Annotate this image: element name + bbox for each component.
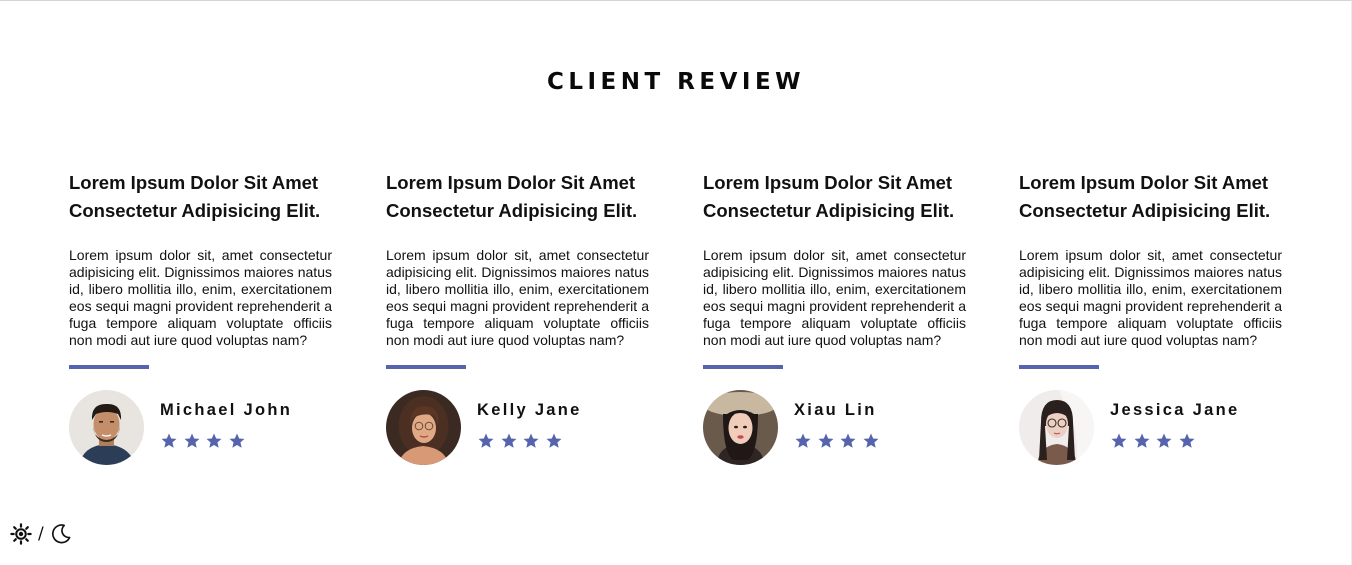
theme-toggle: / xyxy=(10,523,72,545)
star-icon xyxy=(477,432,495,450)
star-rating xyxy=(794,432,880,450)
review-author: Xiau Lin xyxy=(703,390,966,465)
review-heading: Lorem Ipsum Dolor Sit Amet Consectetur A… xyxy=(1019,169,1282,225)
avatar xyxy=(703,390,778,465)
review-heading: Lorem Ipsum Dolor Sit Amet Consectetur A… xyxy=(69,169,332,225)
star-icon xyxy=(794,432,812,450)
review-heading: Lorem Ipsum Dolor Sit Amet Consectetur A… xyxy=(703,169,966,225)
star-icon xyxy=(160,432,178,450)
accent-divider xyxy=(1019,365,1099,369)
star-rating xyxy=(160,432,246,450)
accent-divider xyxy=(386,365,466,369)
woman-portrait-photo xyxy=(386,390,461,465)
client-review-page: CLIENT REVIEW Lorem Ipsum Dolor Sit Amet… xyxy=(0,0,1352,565)
review-heading: Lorem Ipsum Dolor Sit Amet Consectetur A… xyxy=(386,169,649,225)
author-name: Kelly Jane xyxy=(477,401,582,419)
review-heading-line: Consectetur Adipisicing Elit. xyxy=(386,200,638,221)
star-rating xyxy=(1110,432,1196,450)
review-card: Lorem Ipsum Dolor Sit Amet Consectetur A… xyxy=(386,169,649,465)
accent-divider xyxy=(69,365,149,369)
review-heading-line: Consectetur Adipisicing Elit. xyxy=(703,200,955,221)
author-name: Michael John xyxy=(160,401,293,419)
star-icon xyxy=(1133,432,1151,450)
review-card: Lorem Ipsum Dolor Sit Amet Consectetur A… xyxy=(69,169,332,465)
section-title: CLIENT REVIEW xyxy=(546,69,806,95)
review-heading-line: Lorem Ipsum Dolor Sit Amet xyxy=(1019,172,1269,193)
star-icon xyxy=(1155,432,1173,450)
review-author: Michael John xyxy=(69,390,332,465)
review-text: Lorem ipsum dolor sit, amet consectetur … xyxy=(703,247,966,348)
star-icon xyxy=(862,432,880,450)
review-heading-line: Consectetur Adipisicing Elit. xyxy=(1019,200,1271,221)
man-portrait-photo xyxy=(69,390,144,465)
woman-with-glasses-portrait-photo xyxy=(1019,390,1094,465)
review-text: Lorem ipsum dolor sit, amet consectetur … xyxy=(386,247,649,348)
author-name: Xiau Lin xyxy=(794,401,877,419)
moon-icon[interactable] xyxy=(50,523,72,545)
review-heading-line: Lorem Ipsum Dolor Sit Amet xyxy=(386,172,636,193)
star-icon xyxy=(839,432,857,450)
review-heading-line: Lorem Ipsum Dolor Sit Amet xyxy=(703,172,953,193)
review-text: Lorem ipsum dolor sit, amet consectetur … xyxy=(69,247,332,348)
theme-separator: / xyxy=(38,524,44,544)
star-icon xyxy=(500,432,518,450)
avatar xyxy=(1019,390,1094,465)
review-card: Lorem Ipsum Dolor Sit Amet Consectetur A… xyxy=(703,169,966,465)
avatar xyxy=(386,390,461,465)
sun-icon[interactable] xyxy=(10,523,32,545)
star-icon xyxy=(228,432,246,450)
star-rating xyxy=(477,432,563,450)
review-heading-line: Consectetur Adipisicing Elit. xyxy=(69,200,321,221)
star-icon xyxy=(205,432,223,450)
star-icon xyxy=(183,432,201,450)
star-icon xyxy=(1110,432,1128,450)
star-icon xyxy=(1178,432,1196,450)
review-text: Lorem ipsum dolor sit, amet consectetur … xyxy=(1019,247,1282,348)
review-card: Lorem Ipsum Dolor Sit Amet Consectetur A… xyxy=(1019,169,1282,465)
avatar xyxy=(69,390,144,465)
star-icon xyxy=(522,432,540,450)
star-icon xyxy=(545,432,563,450)
accent-divider xyxy=(703,365,783,369)
review-author: Jessica Jane xyxy=(1019,390,1282,465)
star-icon xyxy=(817,432,835,450)
woman-with-hat-portrait-photo xyxy=(703,390,778,465)
author-name: Jessica Jane xyxy=(1110,401,1240,419)
review-author: Kelly Jane xyxy=(386,390,649,465)
review-heading-line: Lorem Ipsum Dolor Sit Amet xyxy=(69,172,319,193)
